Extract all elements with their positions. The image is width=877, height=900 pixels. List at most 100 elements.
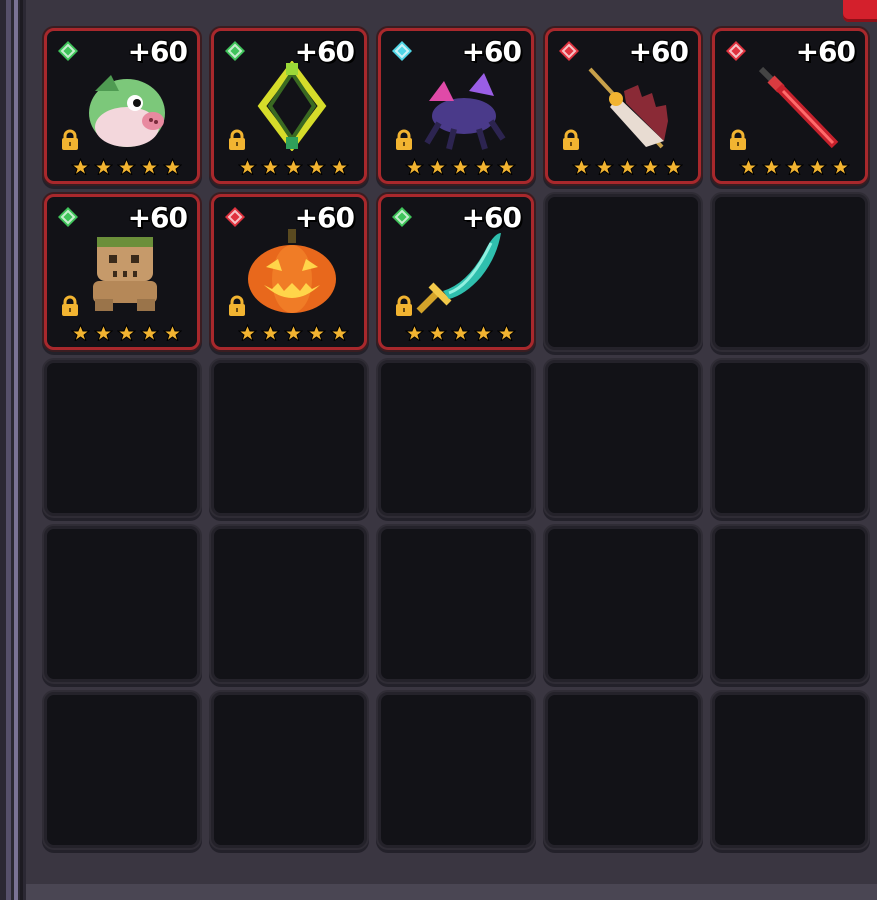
star-icon	[496, 323, 517, 343]
star-icon	[70, 157, 91, 177]
star-icon	[162, 323, 183, 343]
star-rating	[70, 323, 183, 343]
star-icon	[427, 323, 448, 343]
gem-red-icon	[558, 40, 580, 62]
inventory-slot-empty[interactable]	[545, 194, 701, 350]
inventory-slot-empty[interactable]	[545, 360, 701, 516]
lock-icon[interactable]	[560, 129, 582, 151]
inventory-slot-wooden-totem[interactable]: +60	[44, 194, 200, 350]
star-icon	[306, 323, 327, 343]
star-icon	[116, 157, 137, 177]
gem-green-icon	[224, 40, 246, 62]
gem-green-icon	[391, 206, 413, 228]
inventory-slot-crimson-sword[interactable]: +60	[712, 28, 868, 184]
piggy-bird-icon	[75, 61, 175, 151]
star-icon	[260, 323, 281, 343]
star-icon	[450, 157, 471, 177]
gem-red-icon	[224, 206, 246, 228]
close-button[interactable]	[843, 0, 877, 22]
lock-icon[interactable]	[393, 129, 415, 151]
star-icon	[761, 157, 782, 177]
inventory-slot-vine-bow[interactable]: +60	[211, 28, 367, 184]
panel-bottom-bar	[26, 884, 877, 900]
inventory-grid: +60 +60 +60 +60 +60 +60 +60 +60	[44, 28, 868, 848]
serrated-staff-icon	[576, 61, 676, 151]
star-icon	[830, 157, 851, 177]
star-rating	[404, 157, 517, 177]
star-icon	[404, 323, 425, 343]
lock-icon[interactable]	[59, 129, 81, 151]
star-icon	[738, 157, 759, 177]
jade-scimitar-icon	[409, 227, 509, 317]
inventory-slot-empty[interactable]	[378, 526, 534, 682]
crystal-spider-icon	[409, 61, 509, 151]
lock-icon[interactable]	[226, 129, 248, 151]
wooden-totem-icon	[75, 227, 175, 317]
star-icon	[496, 157, 517, 177]
crimson-sword-icon	[743, 61, 843, 151]
star-icon	[260, 157, 281, 177]
rail-edge	[6, 0, 11, 900]
star-icon	[329, 323, 350, 343]
star-rating	[571, 157, 684, 177]
inventory-slot-jade-scimitar[interactable]: +60	[378, 194, 534, 350]
inventory-slot-piggy-bird[interactable]: +60	[44, 28, 200, 184]
star-icon	[784, 157, 805, 177]
left-panel-rail	[0, 0, 26, 900]
jack-o-lantern-icon	[242, 227, 342, 317]
star-icon	[594, 157, 615, 177]
rail-edge	[20, 0, 23, 900]
lock-icon[interactable]	[393, 295, 415, 317]
inventory-slot-empty[interactable]	[378, 692, 534, 848]
inventory-slot-empty[interactable]	[44, 526, 200, 682]
star-icon	[807, 157, 828, 177]
vine-bow-icon	[242, 60, 342, 152]
lock-icon[interactable]	[727, 129, 749, 151]
inventory-slot-empty[interactable]	[712, 526, 868, 682]
star-icon	[617, 157, 638, 177]
star-rating	[70, 157, 183, 177]
inventory-slot-empty[interactable]	[378, 360, 534, 516]
inventory-slot-empty[interactable]	[545, 526, 701, 682]
star-icon	[139, 323, 160, 343]
star-icon	[162, 157, 183, 177]
star-icon	[237, 157, 258, 177]
inventory-slot-empty[interactable]	[44, 692, 200, 848]
lock-icon[interactable]	[226, 295, 248, 317]
star-icon	[283, 157, 304, 177]
star-icon	[640, 157, 661, 177]
inventory-slot-empty[interactable]	[712, 692, 868, 848]
star-icon	[473, 323, 494, 343]
inventory-slot-empty[interactable]	[211, 692, 367, 848]
star-icon	[93, 157, 114, 177]
gem-green-icon	[57, 40, 79, 62]
inventory-slot-jack-o-lantern[interactable]: +60	[211, 194, 367, 350]
star-icon	[404, 157, 425, 177]
star-icon	[237, 323, 258, 343]
inventory-slot-empty[interactable]	[211, 526, 367, 682]
star-icon	[116, 323, 137, 343]
inventory-slot-empty[interactable]	[712, 360, 868, 516]
star-icon	[93, 323, 114, 343]
star-rating	[404, 323, 517, 343]
star-rating	[738, 157, 851, 177]
gem-cyan-icon	[391, 40, 413, 62]
inventory-slot-crystal-spider[interactable]: +60	[378, 28, 534, 184]
star-icon	[450, 323, 471, 343]
star-icon	[139, 157, 160, 177]
gem-red-icon	[725, 40, 747, 62]
inventory-slot-empty[interactable]	[712, 194, 868, 350]
star-rating	[237, 157, 350, 177]
star-rating	[237, 323, 350, 343]
gem-green-icon	[57, 206, 79, 228]
star-icon	[571, 157, 592, 177]
inventory-slot-empty[interactable]	[211, 360, 367, 516]
inventory-slot-empty[interactable]	[545, 692, 701, 848]
star-icon	[283, 323, 304, 343]
star-icon	[329, 157, 350, 177]
inventory-slot-serrated-staff[interactable]: +60	[545, 28, 701, 184]
star-icon	[70, 323, 91, 343]
lock-icon[interactable]	[59, 295, 81, 317]
star-icon	[473, 157, 494, 177]
inventory-slot-empty[interactable]	[44, 360, 200, 516]
